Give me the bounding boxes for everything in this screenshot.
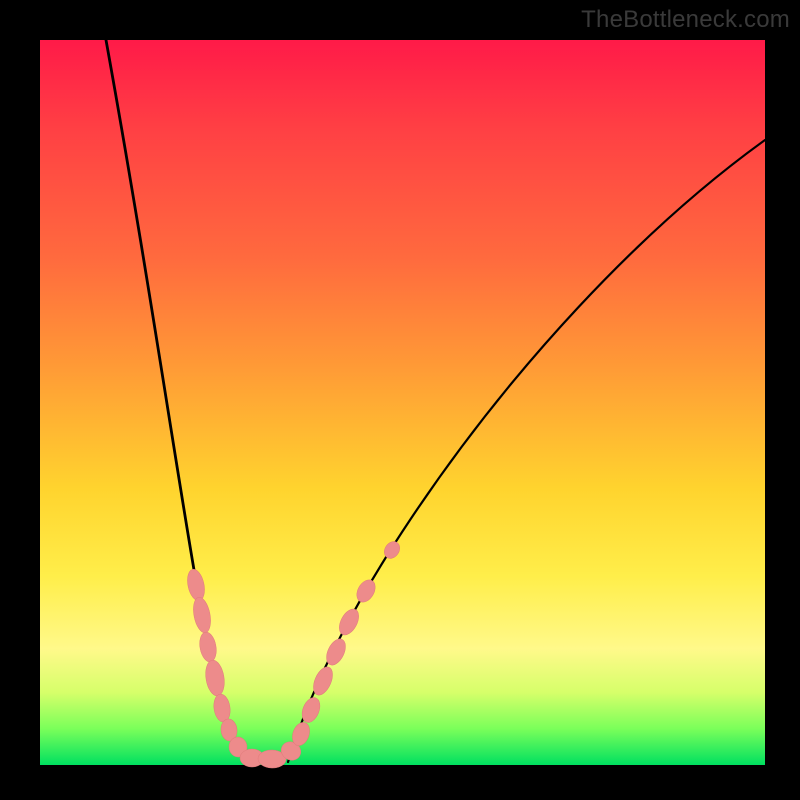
bead	[198, 631, 219, 663]
beads-group	[185, 539, 403, 769]
chart-frame: TheBottleneck.com	[0, 0, 800, 800]
watermark-text: TheBottleneck.com	[581, 6, 790, 34]
bead	[212, 693, 232, 723]
curve-right-branch	[288, 140, 765, 762]
bead	[185, 568, 207, 603]
bead	[335, 606, 362, 638]
bead	[191, 596, 214, 634]
bead	[353, 577, 379, 606]
bead	[203, 659, 226, 697]
plot-area	[40, 40, 765, 765]
plot-svg	[40, 40, 765, 765]
curve-left-branch	[106, 40, 249, 762]
